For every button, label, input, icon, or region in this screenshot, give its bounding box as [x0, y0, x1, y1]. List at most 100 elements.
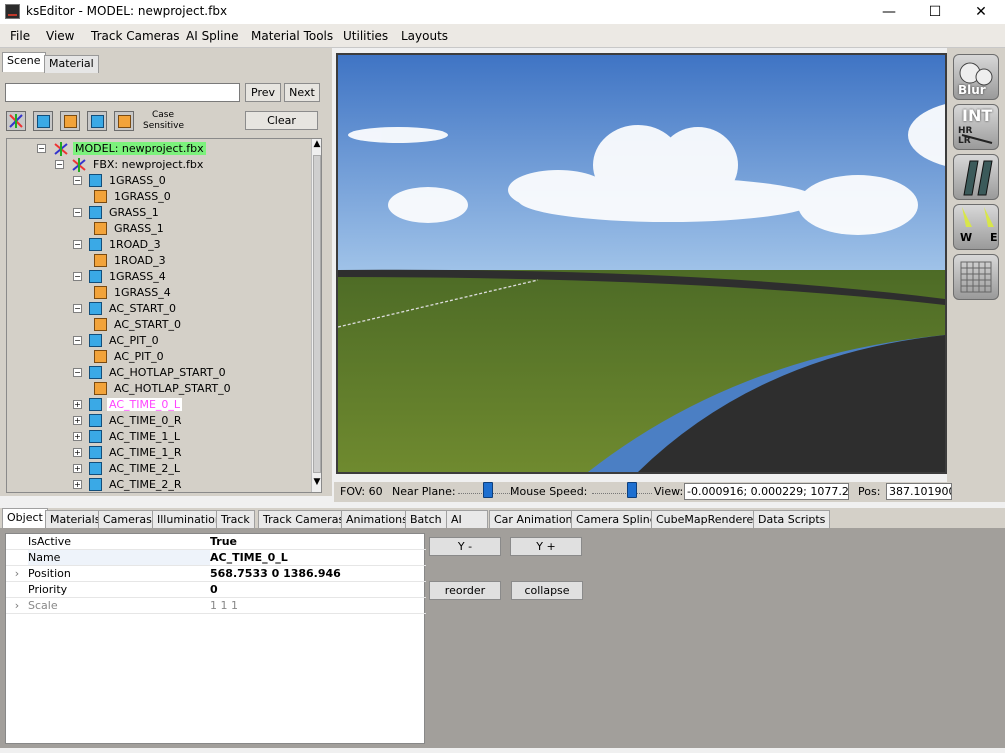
tree-node[interactable]: 1ROAD_3 [94, 253, 168, 268]
expand-icon[interactable]: + [73, 432, 82, 441]
expand-arrow-icon[interactable]: › [6, 566, 28, 581]
view-field[interactable]: -0.000916; 0.000229; 1077.21400 [684, 483, 849, 500]
prev-button[interactable]: Prev [245, 83, 281, 102]
property-row[interactable]: Name AC_TIME_0_L [6, 550, 426, 566]
search-input[interactable] [5, 83, 240, 102]
tree-node[interactable]: − 1GRASS_4 [73, 269, 168, 284]
tree-node[interactable]: + AC_TIME_2_R [73, 477, 184, 492]
tab-material[interactable]: Material [44, 55, 99, 73]
blur-button[interactable]: Blur [953, 54, 999, 100]
collapse-icon[interactable]: − [73, 176, 82, 185]
grid-button[interactable] [953, 254, 999, 300]
tab-track-cameras[interactable]: Track Cameras [258, 510, 350, 529]
property-row[interactable]: Priority 0 [6, 582, 426, 598]
tree-node[interactable]: AC_START_0 [94, 317, 183, 332]
collapse-icon[interactable]: − [73, 336, 82, 345]
tree-node[interactable]: − MODEL: newproject.fbx [37, 141, 206, 156]
tab-animations[interactable]: Animations [341, 510, 413, 529]
collapse-icon[interactable]: − [73, 272, 82, 281]
tree-node[interactable]: AC_PIT_0 [94, 349, 166, 364]
menu-layouts[interactable]: Layouts [401, 29, 448, 43]
tree-node[interactable]: − 1GRASS_0 [73, 173, 168, 188]
tree-node[interactable]: − AC_HOTLAP_START_0 [73, 365, 228, 380]
filter-mesh-blue-toggle[interactable] [33, 111, 53, 131]
collapse-icon[interactable]: − [73, 368, 82, 377]
menu-file[interactable]: File [10, 29, 30, 43]
collapse-icon[interactable]: − [37, 144, 46, 153]
maximize-button[interactable]: ☐ [912, 0, 958, 24]
tree-node[interactable]: − GRASS_1 [73, 205, 161, 220]
tree-node[interactable]: + AC_TIME_2_L [73, 461, 182, 476]
menu-utilities[interactable]: Utilities [343, 29, 388, 43]
tab-object[interactable]: Object [2, 508, 48, 529]
menu-ai-spline[interactable]: AI Spline [186, 29, 238, 43]
tree-node[interactable]: − AC_START_0 [73, 301, 178, 316]
expand-arrow-icon[interactable]: › [6, 598, 28, 613]
menu-view[interactable]: View [46, 29, 74, 43]
scroll-up-arrow[interactable]: ▲ [312, 139, 321, 153]
tab-camera-spline[interactable]: Camera Spline [571, 510, 662, 529]
reorder-button[interactable]: reorder [429, 581, 501, 600]
property-value[interactable]: 0 [210, 582, 218, 597]
tab-ai[interactable]: AI [446, 510, 488, 529]
filter-mesh-orange-toggle[interactable] [60, 111, 80, 131]
tree-scrollbar[interactable]: ▲ ▼ [311, 139, 321, 492]
collapse-button[interactable]: collapse [511, 581, 583, 600]
collapse-icon[interactable]: − [73, 208, 82, 217]
collapse-icon[interactable]: − [73, 304, 82, 313]
tree-node[interactable]: − AC_PIT_0 [73, 333, 161, 348]
tab-car-animations[interactable]: Car Animations [489, 510, 584, 529]
near-plane-slider[interactable] [458, 482, 518, 498]
filter-script-blue-toggle[interactable] [87, 111, 107, 131]
close-button[interactable]: ✕ [958, 0, 1004, 24]
near-plane-thumb[interactable] [483, 482, 493, 498]
property-row[interactable]: › Position 568.7533 0 1386.946 [6, 566, 426, 582]
expand-arrow-icon[interactable] [6, 534, 28, 549]
mouse-speed-slider[interactable] [592, 482, 652, 498]
scene-tree[interactable]: − MODEL: newproject.fbx − FBX: newproject.f… [6, 138, 322, 493]
tab-materials[interactable]: Materials [45, 510, 106, 529]
property-row[interactable]: › Scale 1 1 1 [6, 598, 426, 614]
tree-node[interactable]: + AC_TIME_0_R [73, 413, 184, 428]
property-value[interactable]: True [210, 534, 237, 549]
tab-track[interactable]: Track [216, 510, 255, 529]
tab-data-scripts[interactable]: Data Scripts [753, 510, 831, 529]
expand-icon[interactable]: + [73, 448, 82, 457]
tab-cameras[interactable]: Cameras [98, 510, 157, 529]
property-row[interactable]: IsActive True [6, 534, 426, 550]
tab-batch[interactable]: Batch [405, 510, 447, 529]
property-value[interactable]: 568.7533 0 1386.946 [210, 566, 341, 581]
scroll-down-arrow[interactable]: ▼ [312, 477, 321, 491]
menu-material-tools[interactable]: Material Tools [251, 29, 333, 43]
tree-node[interactable]: − FBX: newproject.fbx [55, 157, 205, 172]
y-plus-button[interactable]: Y + [510, 537, 582, 556]
y-minus-button[interactable]: Y - [429, 537, 501, 556]
tree-node[interactable]: GRASS_1 [94, 221, 166, 236]
next-button[interactable]: Next [284, 83, 320, 102]
clear-button[interactable]: Clear [245, 111, 318, 130]
expand-icon[interactable]: + [73, 400, 82, 409]
lights-we-button[interactable]: W E [953, 204, 999, 250]
collapse-icon[interactable]: − [73, 240, 82, 249]
expand-icon[interactable]: + [73, 464, 82, 473]
tyres-button[interactable] [953, 154, 999, 200]
int-button[interactable]: INT HR LR [953, 104, 999, 150]
property-grid[interactable]: IsActive True Name AC_TIME_0_L › Position 568.… [5, 533, 426, 744]
minimize-button[interactable]: — [866, 0, 912, 24]
expand-arrow-icon[interactable] [6, 582, 28, 597]
property-value[interactable]: 1 1 1 [210, 598, 238, 613]
tab-scene[interactable]: Scene [2, 52, 46, 72]
tree-node[interactable]: − 1ROAD_3 [73, 237, 163, 252]
pos-field[interactable]: 387.101900; [886, 483, 952, 500]
tree-node[interactable]: AC_HOTLAP_START_0 [94, 381, 233, 396]
tree-node[interactable]: 1GRASS_4 [94, 285, 173, 300]
menu-track-cameras[interactable]: Track Cameras [91, 29, 180, 43]
filter-model-toggle[interactable] [6, 111, 26, 131]
case-sensitive-label[interactable]: Case Sensitive [143, 110, 184, 132]
tree-node[interactable]: 1GRASS_0 [94, 189, 173, 204]
expand-arrow-icon[interactable] [6, 550, 28, 565]
tab-cubemaprenderer[interactable]: CubeMapRenderer [651, 510, 763, 529]
mouse-speed-thumb[interactable] [627, 482, 637, 498]
property-value[interactable]: AC_TIME_0_L [210, 550, 288, 565]
tree-node[interactable]: + AC_TIME_1_R [73, 445, 184, 460]
